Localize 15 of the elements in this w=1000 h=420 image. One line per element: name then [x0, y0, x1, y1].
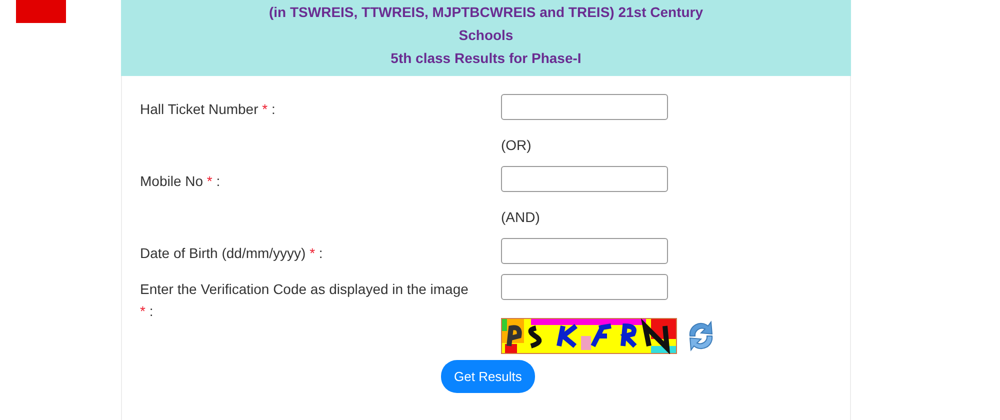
input-field[interactable] [501, 274, 668, 300]
separator-text: (AND) [501, 209, 540, 225]
field-label: Mobile No * : [140, 172, 222, 191]
input-field[interactable] [501, 238, 668, 264]
field-label: Enter the Verification Code as displayed in the image * : [140, 280, 470, 321]
header-title: (in TSWREIS, TTWREIS, MJPTBCWREIS and TREIS) 21st Century [268, 3, 704, 22]
input-field[interactable] [501, 166, 668, 192]
logo-icon [16, 0, 66, 23]
get-results-button[interactable]: Get Results [441, 360, 535, 393]
field-label: Hall Ticket Number * : [140, 100, 276, 119]
field-label: Date of Birth (dd/mm/yyyy) * : [140, 244, 324, 263]
separator-text: (OR) [501, 137, 532, 153]
header-title: Schools [458, 26, 514, 45]
input-field[interactable] [501, 94, 668, 120]
header-title: 5th class Results for Phase-I [390, 49, 582, 68]
